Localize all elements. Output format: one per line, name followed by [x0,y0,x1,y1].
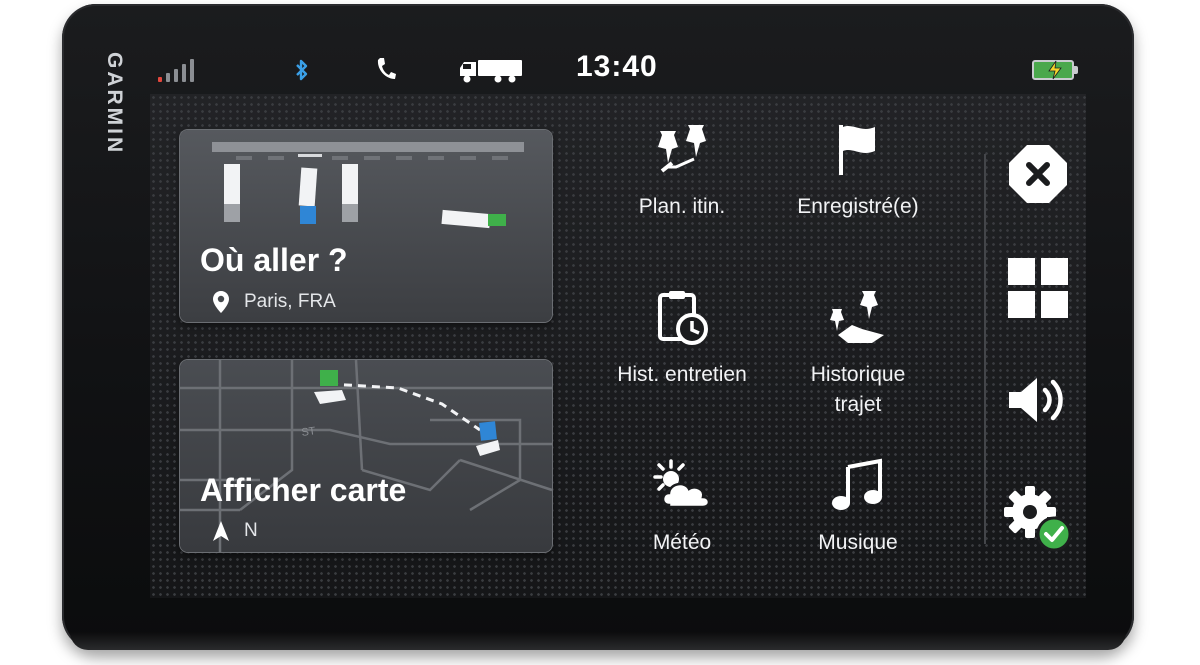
clipboard-clock-icon [658,291,708,345]
where-to-illustration [212,142,524,229]
volume-button[interactable] [998,360,1078,440]
music-label: Musique [818,531,898,554]
music-button[interactable]: Musique [768,450,948,600]
close-button[interactable] [998,134,1078,214]
current-location: Paris, FRA [212,290,336,314]
trip-history-label: Historique trajet [811,360,906,420]
current-location-text: Paris, FRA [244,291,336,312]
where-to-card[interactable]: Où aller ? Paris, FRA [180,130,552,322]
bluetooth-icon [296,59,308,81]
phone-icon [377,58,396,79]
trip-history-icon [830,291,884,343]
svg-text:ST: ST [301,425,317,439]
battery-charging-icon [1032,60,1078,80]
location-pin-icon [213,291,229,313]
apps-button[interactable] [998,248,1078,328]
map-heading-text: N [244,520,258,541]
route-planner-label: Plan. itin. [638,195,726,218]
saved-label: Enregistré(e) [797,195,919,218]
signal-icon [158,56,194,82]
volume-icon [1009,378,1063,422]
close-icon [1009,145,1067,203]
view-map-title: Afficher carte [200,472,407,508]
trip-history-button[interactable]: Historique trajet [768,282,948,432]
truck-icon [460,60,522,83]
saved-button[interactable]: Enregistré(e) [768,114,948,264]
route-planner-icon [658,125,706,173]
trip-history-line1: Historique [810,363,906,386]
brand-logo: GARMIN [103,52,126,156]
home-screen: Où aller ? Paris, FRA ST Afficher carte … [150,94,1086,598]
view-map-card[interactable]: ST Afficher carte N [180,360,552,552]
side-panel-divider [984,154,986,544]
apps-grid-icon [1008,258,1068,318]
map-heading: N [212,520,258,542]
status-bar: 13:40 [150,44,1100,92]
device-bottom-edge [70,632,1126,650]
where-to-title: Où aller ? [200,242,348,278]
north-arrow-icon [213,521,229,541]
weather-button[interactable]: Météo [592,450,772,600]
trip-history-line2: trajet [834,393,882,416]
maintenance-history-button[interactable]: Hist. entretien [592,282,772,432]
music-note-icon [832,458,882,510]
flag-icon [839,125,875,175]
weather-label: Météo [652,531,712,554]
route-planner-button[interactable]: Plan. itin. [592,114,772,264]
weather-icon [653,459,711,509]
maintenance-history-label: Hist. entretien [617,363,747,386]
settings-button[interactable] [998,478,1078,558]
clock-time: 13:40 [576,50,658,83]
settings-check-icon [1004,486,1072,552]
